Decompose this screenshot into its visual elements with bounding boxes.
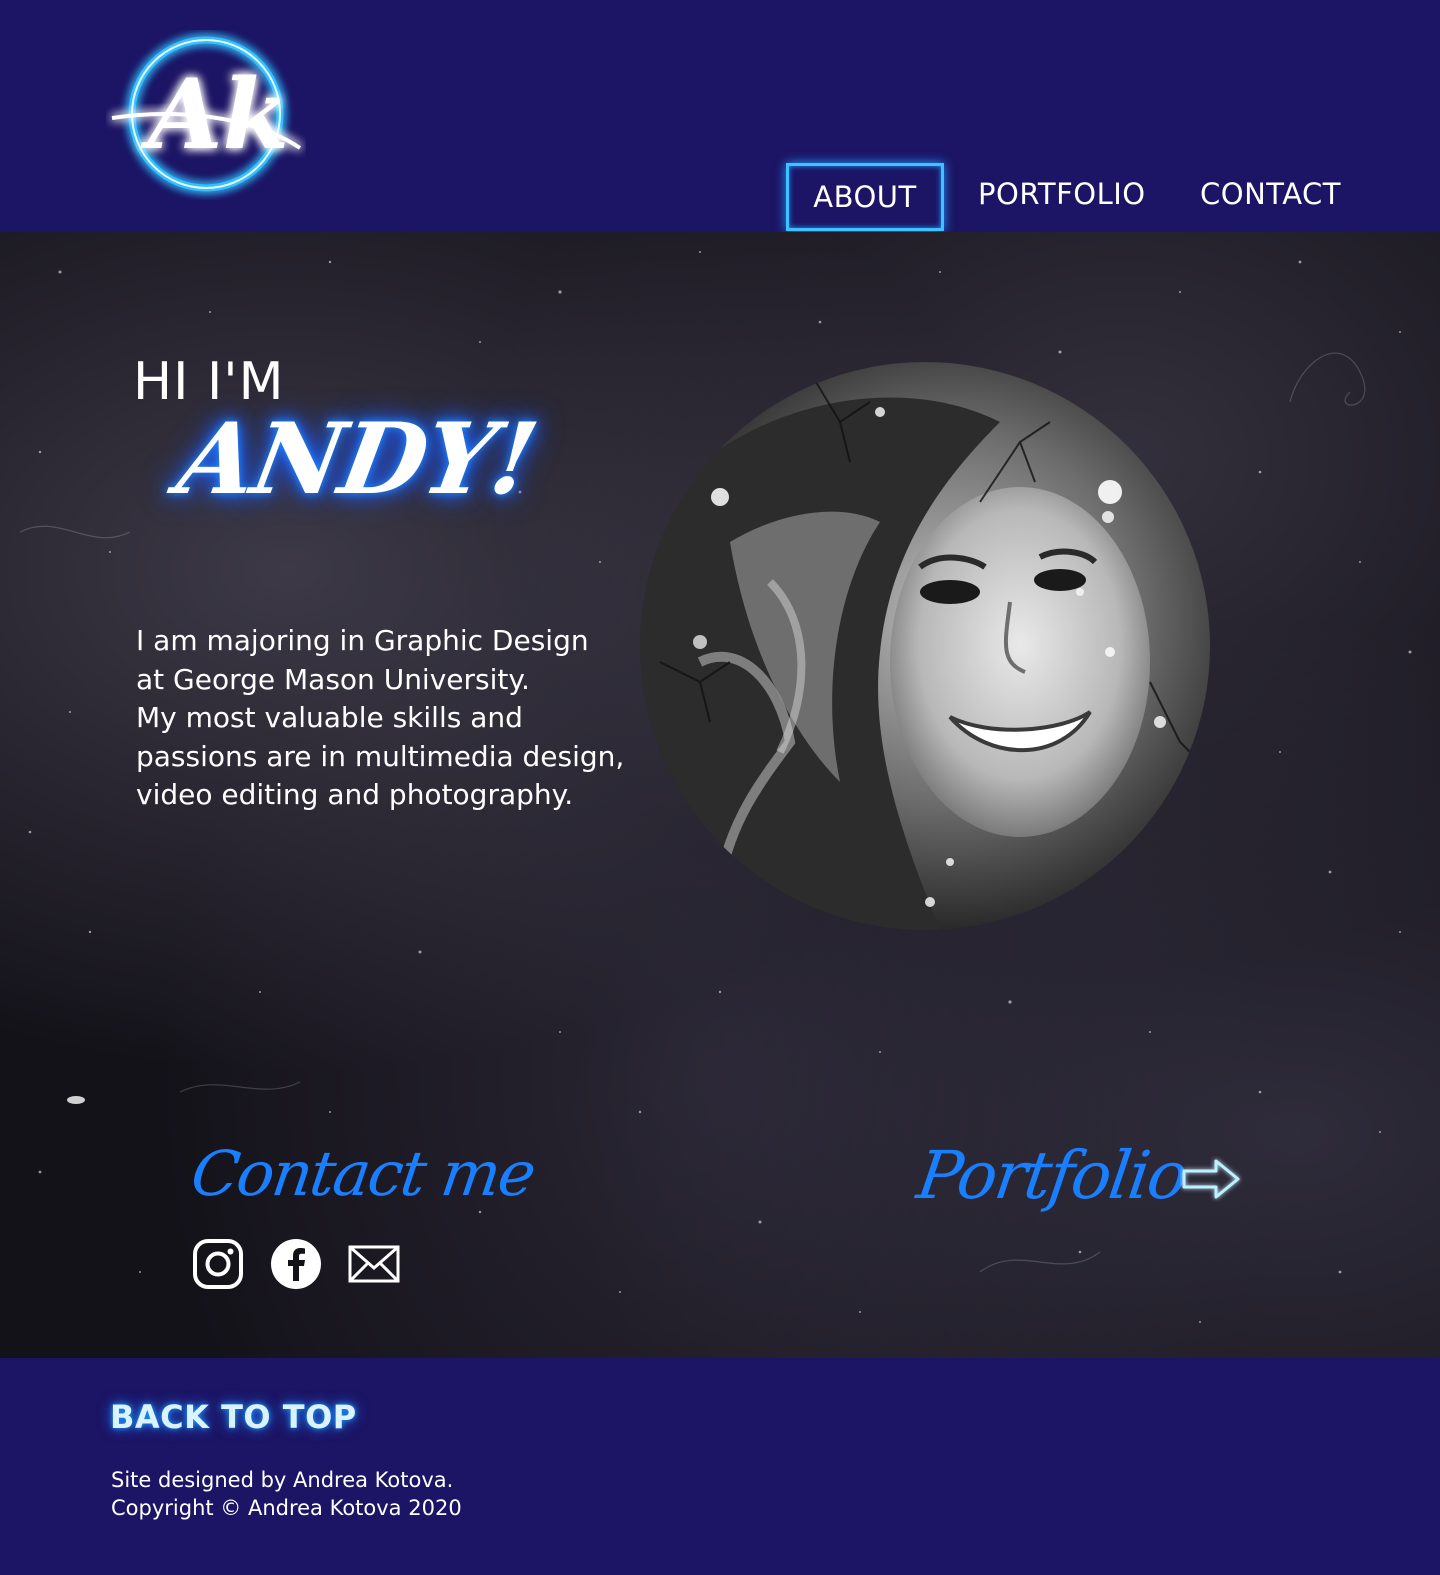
back-to-top-link[interactable]: BACK TO TOP xyxy=(110,1398,357,1436)
site-header: Ak ABOUT PORTFOLIO CONTACT xyxy=(0,0,1440,232)
facebook-icon xyxy=(271,1239,321,1289)
bio-line: video editing and photography. xyxy=(136,778,574,811)
nav-portfolio[interactable]: PORTFOLIO xyxy=(978,163,1145,225)
nav-contact[interactable]: CONTACT xyxy=(1200,163,1341,225)
logo-icon: Ak xyxy=(111,36,302,192)
portrait-photo xyxy=(640,362,1210,930)
bio-text: I am majoring in Graphic Design at Georg… xyxy=(136,622,656,815)
arrow-right-icon xyxy=(1182,1159,1240,1199)
portfolio-arrow-button[interactable] xyxy=(1180,1156,1244,1202)
email-link[interactable] xyxy=(347,1237,401,1291)
bio-line: passions are in multimedia design, xyxy=(136,739,625,773)
mail-icon xyxy=(348,1245,400,1283)
portfolio-link[interactable]: Portfolio xyxy=(913,1137,1191,1214)
nav-about[interactable]: ABOUT xyxy=(786,163,944,231)
contact-heading: Contact me xyxy=(186,1137,539,1210)
about-section: HI I'M ANDY! I am majoring in Graphic De… xyxy=(0,232,1440,1358)
portrait-image xyxy=(640,362,1210,930)
bio-line: at George Mason University. xyxy=(136,662,530,696)
site-footer: BACK TO TOP Site designed by Andrea Koto… xyxy=(0,1358,1440,1575)
logo[interactable]: Ak xyxy=(106,30,306,200)
bio-line: My most valuable skills and xyxy=(136,701,523,734)
instagram-icon xyxy=(193,1239,243,1289)
bio-line: I am majoring in Graphic Design xyxy=(136,624,589,657)
credit-line: Site designed by Andrea Kotova. xyxy=(111,1468,454,1492)
footer-credit: Site designed by Andrea Kotova. Copyrigh… xyxy=(111,1466,462,1522)
copyright-line: Copyright © Andrea Kotova 2020 xyxy=(111,1496,462,1520)
name-heading: ANDY! xyxy=(169,402,544,517)
facebook-link[interactable] xyxy=(269,1237,323,1291)
instagram-link[interactable] xyxy=(191,1237,245,1291)
